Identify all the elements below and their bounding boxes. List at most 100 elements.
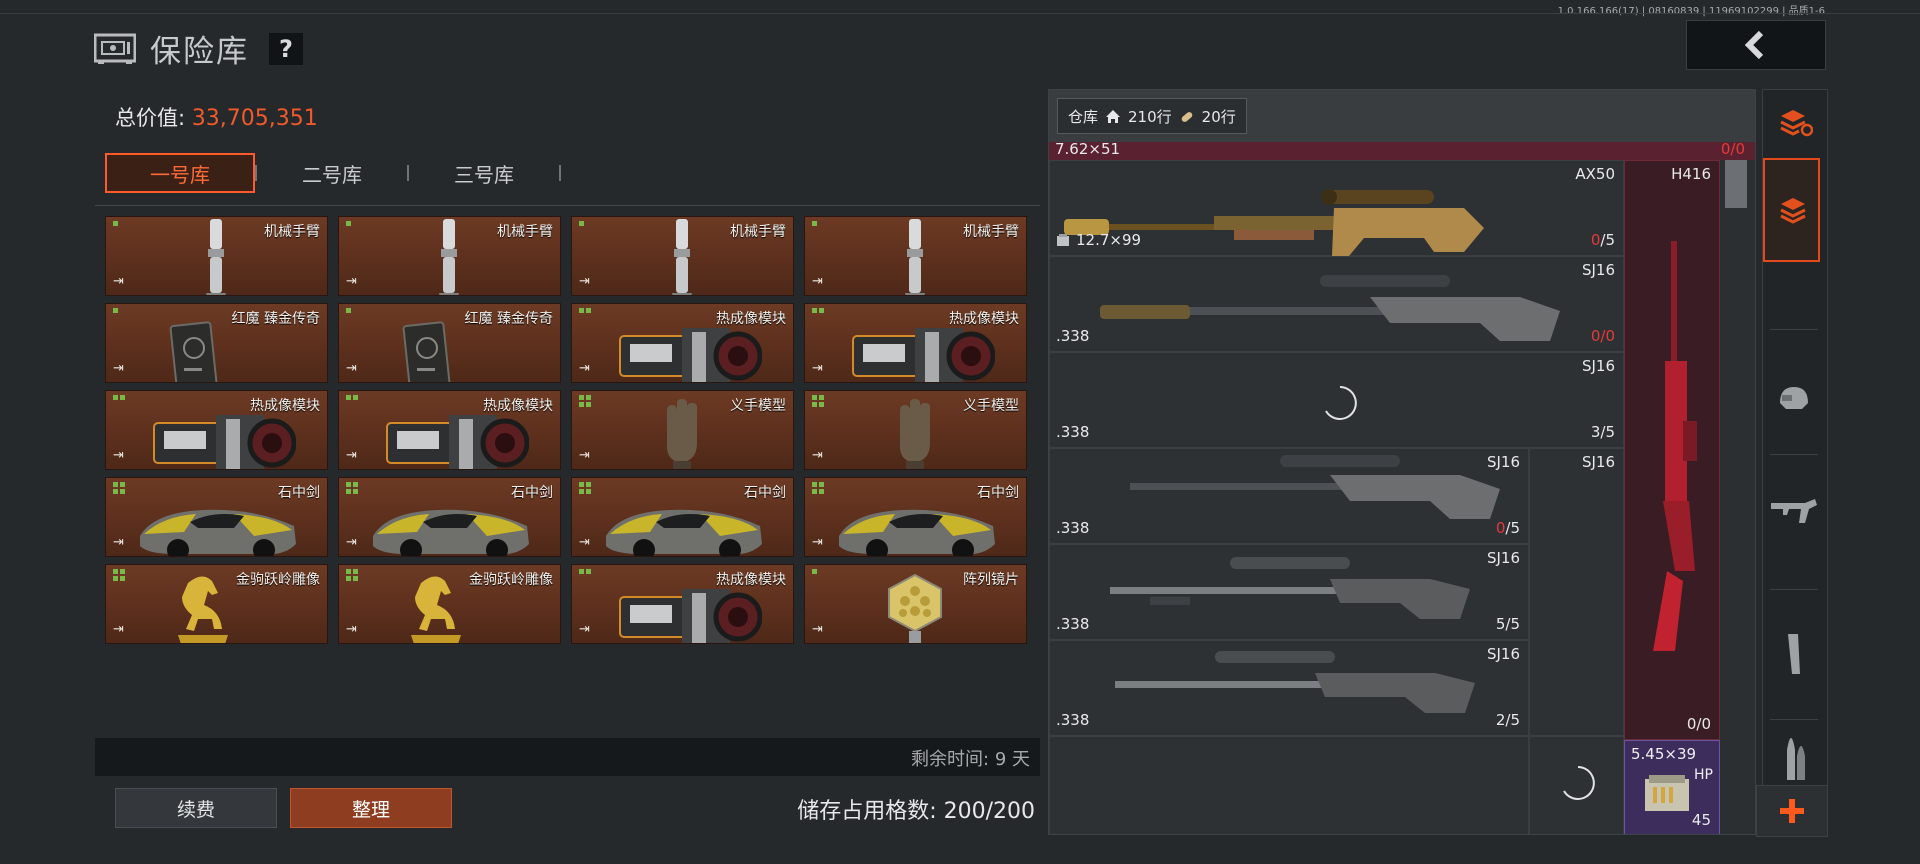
weapon-card-sj16[interactable]: SJ16 .338 5/5 bbox=[1049, 544, 1529, 640]
weapon-card-sj16[interactable]: SJ16 .338 0/5 bbox=[1049, 448, 1529, 544]
weapon-ammo-count: 0/0 bbox=[1590, 327, 1615, 345]
weapon-card-h416[interactable]: H416 0/0 bbox=[1624, 160, 1720, 740]
quality-indicator bbox=[579, 482, 591, 494]
horse-statue-icon bbox=[411, 576, 461, 643]
sort-button[interactable]: 整理 bbox=[290, 788, 452, 828]
move-out-icon[interactable]: ⇥ bbox=[346, 274, 357, 289]
vault-slot[interactable]: 机械手臂 ⇥ bbox=[571, 216, 794, 296]
slot-label: 热成像模块 bbox=[483, 398, 553, 414]
safe-icon bbox=[94, 33, 136, 64]
move-out-icon[interactable]: ⇥ bbox=[579, 448, 590, 463]
weapon-ammo-count: 2/5 bbox=[1495, 711, 1520, 729]
tab-vault-2[interactable]: 二号库 bbox=[257, 153, 407, 193]
strip-count: 0/0 bbox=[1720, 140, 1745, 158]
move-out-icon[interactable]: ⇥ bbox=[812, 274, 823, 289]
move-out-icon[interactable]: ⇥ bbox=[113, 535, 124, 550]
vault-grid: 机械手臂 ⇥ 机械手臂 ⇥ 机械手臂 ⇥ 机械手臂 ⇥ 红魔 臻金传奇 ⇥ 红魔 臻金传奇 ⇥ 热成像模… bbox=[105, 216, 1035, 728]
warehouse-scrollbar[interactable] bbox=[1725, 160, 1747, 208]
slot-label: 红魔 臻金传奇 bbox=[231, 311, 320, 327]
ammo-box-icon bbox=[1057, 234, 1069, 246]
move-out-icon[interactable]: ⇥ bbox=[812, 622, 823, 637]
move-out-icon[interactable]: ⇥ bbox=[346, 448, 357, 463]
back-button[interactable] bbox=[1686, 20, 1826, 70]
weapon-card-sj16[interactable] bbox=[1049, 736, 1529, 834]
vault-slot[interactable]: 石中剑 ⇥ bbox=[338, 477, 561, 557]
weapon-card-sj16[interactable]: SJ16 .338 2/5 bbox=[1049, 640, 1529, 736]
weapon-card-ax50[interactable]: AX50 12.7×99 0/5 bbox=[1049, 160, 1624, 256]
warehouse-capacity-chip[interactable]: 仓库 210行 20行 bbox=[1057, 98, 1247, 134]
vault-slot[interactable]: 热成像模块 ⇥ bbox=[804, 303, 1027, 383]
move-out-icon[interactable]: ⇥ bbox=[579, 274, 590, 289]
move-out-icon[interactable]: ⇥ bbox=[346, 622, 357, 637]
ammo-box-545[interactable]: 5.45×39 HP 45 bbox=[1624, 740, 1720, 834]
quality-indicator bbox=[812, 221, 824, 226]
slot-label: 机械手臂 bbox=[264, 224, 320, 240]
slot-label: 红魔 臻金传奇 bbox=[464, 311, 553, 327]
vault-slot[interactable]: 石中剑 ⇥ bbox=[105, 477, 328, 557]
move-out-icon[interactable]: ⇥ bbox=[579, 361, 590, 376]
phone-icon bbox=[402, 321, 452, 382]
phone-icon bbox=[169, 321, 219, 382]
move-out-icon[interactable]: ⇥ bbox=[579, 535, 590, 550]
lens-array-icon bbox=[888, 573, 942, 643]
warehouse-top-strip: 7.62×51 0/0 bbox=[1049, 140, 1755, 160]
move-out-icon[interactable]: ⇥ bbox=[346, 361, 357, 376]
vault-slot[interactable]: 金驹跃岭雕像 ⇥ bbox=[338, 564, 561, 644]
weapon-card-sj16[interactable]: SJ16 .338 0/0 bbox=[1049, 256, 1624, 352]
move-out-icon[interactable]: ⇥ bbox=[113, 274, 124, 289]
quality-indicator bbox=[346, 482, 358, 494]
tab-vault-1[interactable]: 一号库 bbox=[105, 153, 255, 193]
vault-slot[interactable]: 义手模型 ⇥ bbox=[571, 390, 794, 470]
hand-model-icon bbox=[667, 399, 697, 469]
warehouse-title: 仓库 bbox=[1068, 107, 1099, 126]
chevron-left-icon bbox=[1744, 30, 1764, 60]
tabs-underline bbox=[95, 205, 1040, 206]
warehouse-header: 仓库 210行 20行 bbox=[1049, 90, 1755, 142]
vault-slot[interactable]: 机械手臂 ⇥ bbox=[105, 216, 328, 296]
weapon-ammo-count: 0/0 bbox=[1686, 715, 1711, 733]
vault-slot[interactable]: 热成像模块 ⇥ bbox=[571, 564, 794, 644]
empty-slot[interactable] bbox=[1529, 736, 1624, 834]
move-out-icon[interactable]: ⇥ bbox=[812, 535, 823, 550]
quality-indicator bbox=[346, 308, 358, 313]
move-out-icon[interactable]: ⇥ bbox=[113, 361, 124, 376]
weapon-card-sj16-side[interactable]: SJ16 bbox=[1529, 448, 1624, 736]
move-out-icon[interactable]: ⇥ bbox=[346, 535, 357, 550]
add-category-button[interactable] bbox=[1756, 785, 1828, 837]
vault-slot[interactable]: 义手模型 ⇥ bbox=[804, 390, 1027, 470]
vault-slot[interactable]: 阵列镜片 ⇥ bbox=[804, 564, 1027, 644]
vault-slot[interactable]: 热成像模块 ⇥ bbox=[338, 390, 561, 470]
move-out-icon[interactable]: ⇥ bbox=[113, 622, 124, 637]
arm-icon bbox=[206, 219, 226, 295]
category-all-button[interactable] bbox=[1763, 158, 1820, 262]
stack-icon bbox=[1780, 198, 1806, 224]
weapon-caliber: .338 bbox=[1056, 711, 1090, 729]
vault-slot[interactable]: 石中剑 ⇥ bbox=[571, 477, 794, 557]
move-out-icon[interactable]: ⇥ bbox=[812, 361, 823, 376]
tab-vault-3[interactable]: 三号库 bbox=[409, 153, 559, 193]
move-out-icon[interactable]: ⇥ bbox=[113, 448, 124, 463]
move-out-icon[interactable]: ⇥ bbox=[579, 622, 590, 637]
weapon-ammo-count: 0/5 bbox=[1495, 519, 1520, 537]
help-button[interactable]: ? bbox=[269, 32, 303, 65]
vault-slot[interactable]: 热成像模块 ⇥ bbox=[571, 303, 794, 383]
vault-slot[interactable]: 红魔 臻金传奇 ⇥ bbox=[105, 303, 328, 383]
renew-button[interactable]: 续费 bbox=[115, 788, 277, 828]
vault-slot[interactable]: 石中剑 ⇥ bbox=[804, 477, 1027, 557]
vault-slot[interactable]: 金驹跃岭雕像 ⇥ bbox=[105, 564, 328, 644]
header-divider bbox=[0, 13, 1920, 14]
weapon-ammo-count: 3/5 bbox=[1590, 423, 1615, 441]
vault-slot[interactable]: 机械手臂 ⇥ bbox=[804, 216, 1027, 296]
horse-statue-icon bbox=[178, 576, 228, 643]
stack-refresh-button[interactable] bbox=[1763, 94, 1827, 150]
vault-slot[interactable]: 红魔 臻金传奇 ⇥ bbox=[338, 303, 561, 383]
warehouse-rows-home: 210行 bbox=[1128, 107, 1172, 126]
move-out-icon[interactable]: ⇥ bbox=[812, 448, 823, 463]
total-value: 33,705,351 bbox=[191, 106, 318, 131]
plus-icon bbox=[1780, 799, 1804, 823]
sniper-rifle-icon bbox=[1064, 189, 1484, 256]
slot-label: 金驹跃岭雕像 bbox=[469, 572, 553, 588]
vault-slot[interactable]: 热成像模块 ⇥ bbox=[105, 390, 328, 470]
weapon-card-sj16[interactable]: SJ16 .338 3/5 bbox=[1049, 352, 1624, 448]
vault-slot[interactable]: 机械手臂 ⇥ bbox=[338, 216, 561, 296]
